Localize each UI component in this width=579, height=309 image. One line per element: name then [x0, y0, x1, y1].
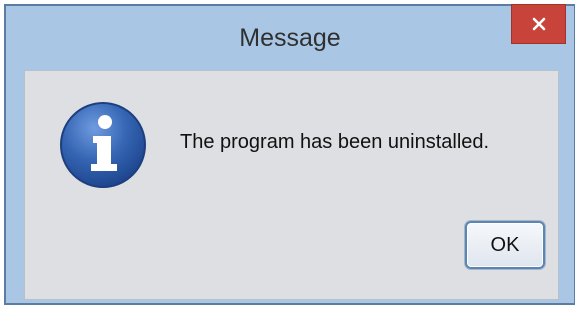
- title-bar[interactable]: Message: [6, 4, 574, 68]
- ok-button[interactable]: OK: [465, 221, 545, 269]
- message-dialog-window: Message The program has been uninstalled…: [4, 4, 575, 305]
- close-icon: [532, 17, 545, 31]
- close-button[interactable]: [511, 4, 566, 44]
- window-title: Message: [239, 24, 341, 52]
- dialog-message: The program has been uninstalled.: [180, 131, 490, 153]
- info-icon: [60, 102, 146, 188]
- dialog-content: The program has been uninstalled. OK: [24, 70, 559, 300]
